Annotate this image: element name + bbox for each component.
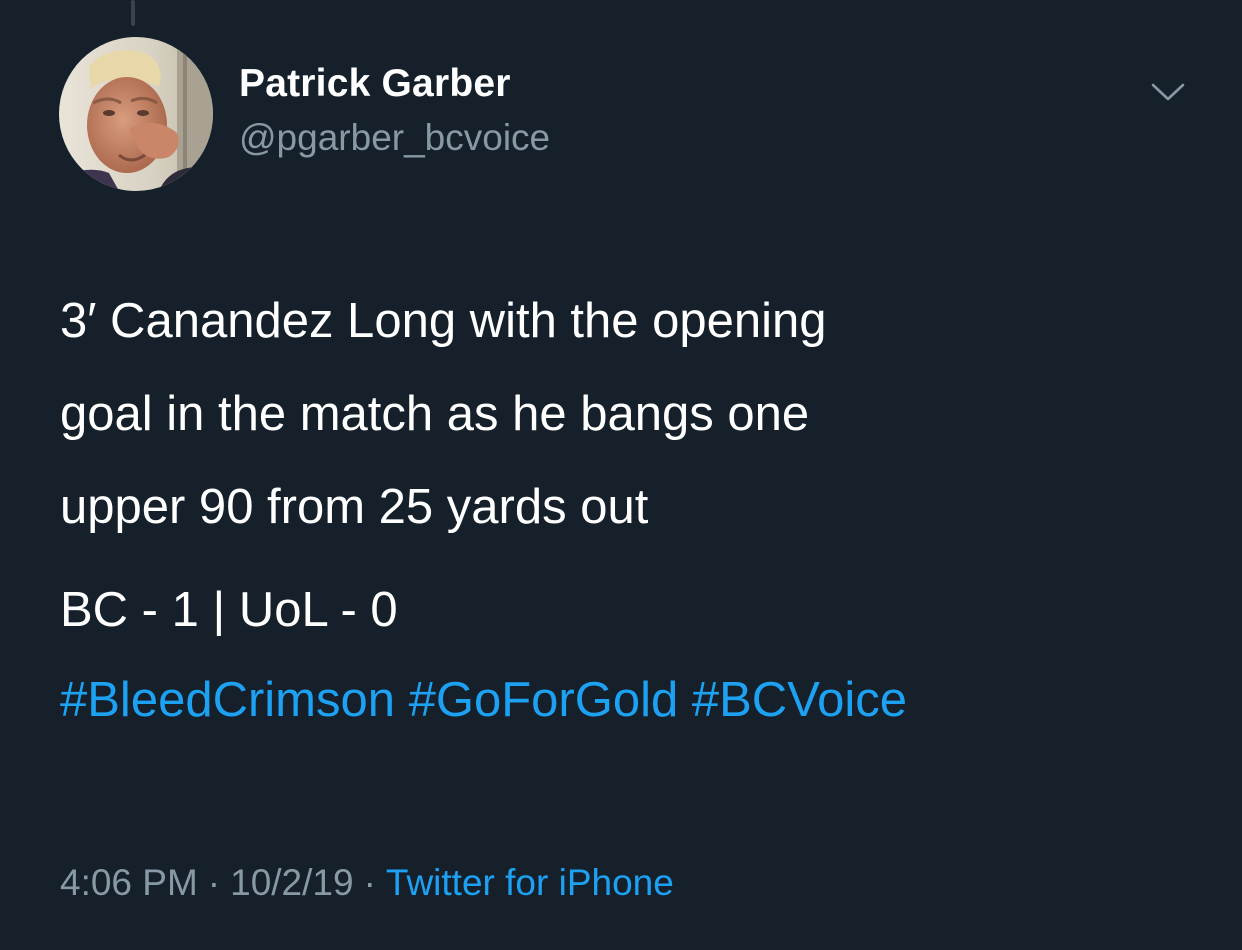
tweet-text-line: upper 90 from 25 yards out xyxy=(60,480,649,534)
hashtag-row: #BleedCrimson #GoForGold #BCVoice xyxy=(60,670,907,730)
hashtag-link[interactable]: #BCVoice xyxy=(692,673,907,727)
tweet-card: Patrick Garber @pgarber_bcvoice 3′ Canan… xyxy=(0,0,1242,950)
avatar-photo xyxy=(59,37,213,191)
tweet-date[interactable]: 10/2/19 xyxy=(230,862,353,903)
tweet-text-line: 3′ Canandez Long with the opening xyxy=(60,294,827,348)
more-options-button[interactable] xyxy=(1147,74,1189,110)
meta-separator: · xyxy=(363,862,376,903)
hashtag-link[interactable]: #BleedCrimson xyxy=(60,673,395,727)
score-line: BC - 1 | UoL - 0 xyxy=(60,583,398,637)
author-handle[interactable]: @pgarber_bcvoice xyxy=(239,117,550,159)
tweet-time[interactable]: 4:06 PM xyxy=(60,862,198,903)
tweet-text-line: goal in the match as he bangs one xyxy=(60,387,810,441)
chevron-down-icon xyxy=(1151,83,1185,101)
thread-connector-line xyxy=(131,0,135,26)
tweet-body: 3′ Canandez Long with the opening goal i… xyxy=(60,275,1210,554)
tweet-source-link[interactable]: Twitter for iPhone xyxy=(386,862,674,903)
author-display-name[interactable]: Patrick Garber xyxy=(239,62,511,106)
tweet-meta: 4:06 PM · 10/2/19 · Twitter for iPhone xyxy=(60,862,674,904)
avatar[interactable] xyxy=(59,37,213,191)
meta-separator: · xyxy=(207,862,221,903)
hashtag-link[interactable]: #GoForGold xyxy=(409,673,679,727)
